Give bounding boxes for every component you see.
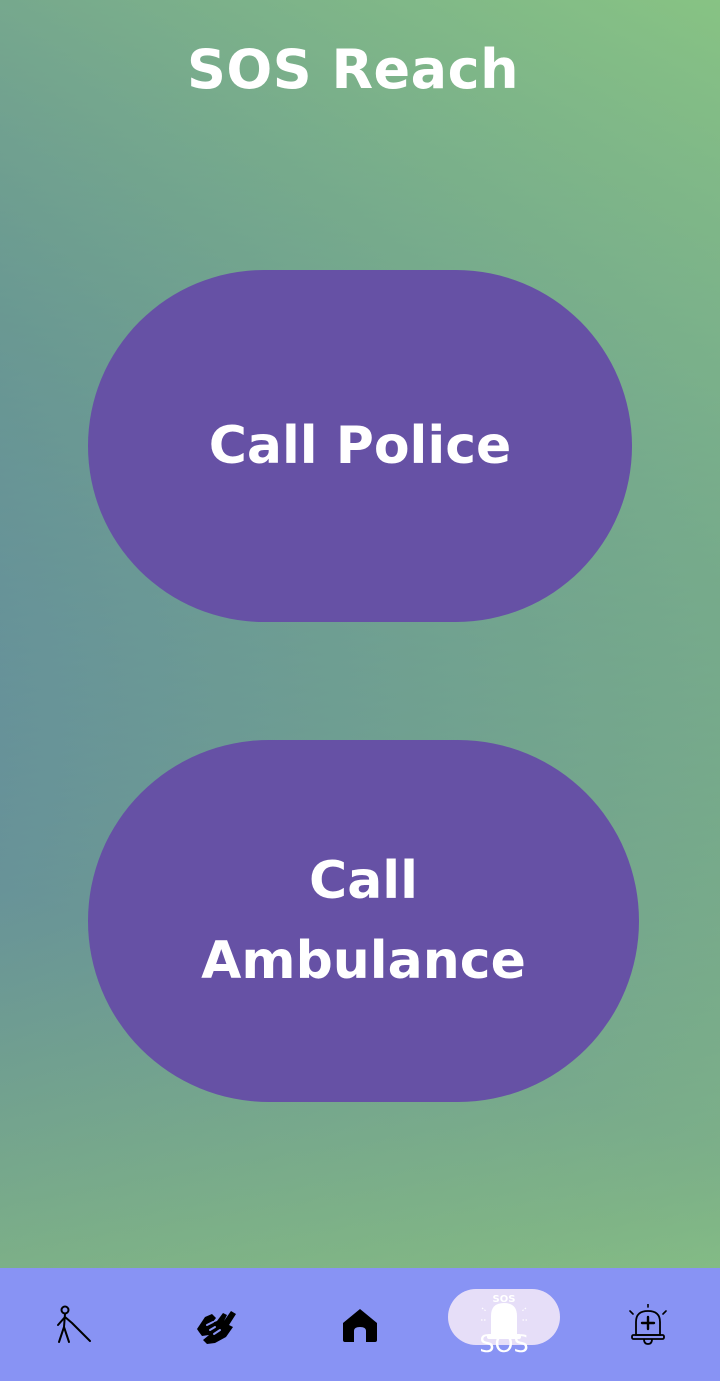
medical-alarm-bell-icon [629,1303,667,1345]
call-ambulance-button[interactable]: Call Ambulance [88,740,639,1102]
call-police-button[interactable]: Call Police [88,270,632,622]
sign-language-icon [197,1310,236,1344]
sos-reach-screen: SOS Reach Call Police Call Ambulance SOS… [0,0,720,1381]
home-icon [343,1308,377,1342]
blind-person-icon [57,1305,91,1343]
nav-item-sign-language[interactable] [172,1268,260,1381]
nav-item-sos-label: SOS [479,1330,529,1358]
nav-item-blind-assist[interactable] [30,1268,118,1381]
nav-item-home[interactable] [316,1268,404,1381]
sos-icon-badge: SOS [492,1294,516,1305]
nav-item-medical-alert[interactable] [604,1268,692,1381]
call-ambulance-label-line2: Ambulance [201,931,526,991]
bottom-navigation-bar [0,1268,720,1381]
call-police-label: Call Police [208,416,512,476]
page-title: SOS Reach [186,38,520,101]
call-ambulance-label: Call Ambulance [201,841,526,1001]
call-ambulance-label-line1: Call [309,851,418,911]
